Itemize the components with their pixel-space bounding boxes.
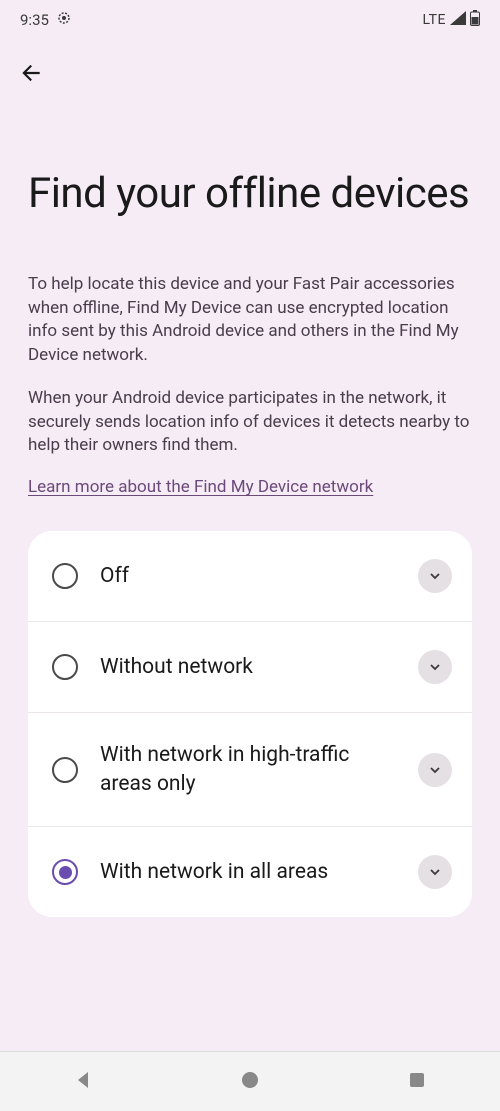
arrow-left-icon — [18, 60, 44, 86]
header-bar — [0, 40, 500, 96]
status-time: 9:35 — [20, 11, 49, 29]
option-off[interactable]: Off — [28, 531, 472, 622]
option-label: With network in high-traffic areas only — [100, 741, 396, 798]
signal-icon — [450, 11, 466, 29]
square-recent-icon — [406, 1069, 428, 1091]
expand-button[interactable] — [418, 855, 452, 889]
radio-button[interactable] — [52, 859, 78, 885]
expand-button[interactable] — [418, 650, 452, 684]
status-bar: 9:35 LTE — [0, 0, 500, 40]
radio-button[interactable] — [52, 654, 78, 680]
chevron-down-icon — [428, 865, 442, 879]
radio-button[interactable] — [52, 563, 78, 589]
chevron-down-icon — [428, 660, 442, 674]
circle-home-icon — [239, 1069, 261, 1091]
chevron-down-icon — [428, 763, 442, 777]
expand-button[interactable] — [418, 753, 452, 787]
description-2: When your Android device participates in… — [28, 387, 472, 457]
radio-button[interactable] — [52, 757, 78, 783]
network-label: LTE — [423, 12, 446, 28]
chevron-down-icon — [428, 569, 442, 583]
battery-icon — [470, 10, 480, 30]
content-area: Find your offline devices To help locate… — [0, 96, 500, 1051]
status-right: LTE — [423, 10, 480, 30]
option-high-traffic[interactable]: With network in high-traffic areas only — [28, 713, 472, 827]
camera-icon — [57, 11, 71, 29]
option-all-areas[interactable]: With network in all areas — [28, 827, 472, 917]
status-left: 9:35 — [20, 11, 71, 29]
option-label: Off — [100, 562, 396, 590]
back-button[interactable] — [16, 58, 46, 88]
expand-button[interactable] — [418, 559, 452, 593]
nav-back-button[interactable] — [72, 1069, 94, 1095]
page-title: Find your offline devices — [28, 168, 472, 219]
option-without-network[interactable]: Without network — [28, 622, 472, 713]
nav-recent-button[interactable] — [406, 1069, 428, 1095]
learn-more-link[interactable]: Learn more about the Find My Device netw… — [28, 477, 373, 497]
options-card: Off Without network With network in high… — [28, 531, 472, 917]
nav-home-button[interactable] — [239, 1069, 261, 1095]
description-1: To help locate this device and your Fast… — [28, 273, 472, 367]
option-label: With network in all areas — [100, 858, 396, 886]
triangle-back-icon — [72, 1069, 94, 1091]
navigation-bar — [0, 1051, 500, 1111]
option-label: Without network — [100, 653, 396, 681]
